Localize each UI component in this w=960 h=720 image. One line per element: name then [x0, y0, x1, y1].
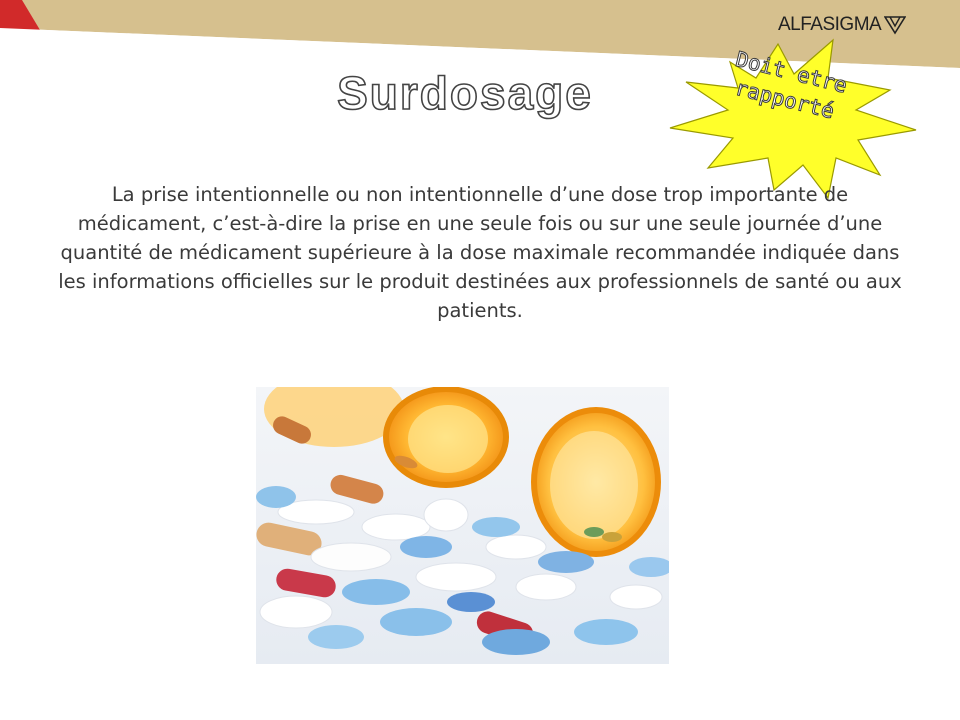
definition-paragraph: La prise intentionnelle ou non intention…: [58, 183, 902, 322]
spilled-pills-bottles-image: [256, 387, 669, 664]
slide-title: Surdosage: [336, 66, 593, 120]
